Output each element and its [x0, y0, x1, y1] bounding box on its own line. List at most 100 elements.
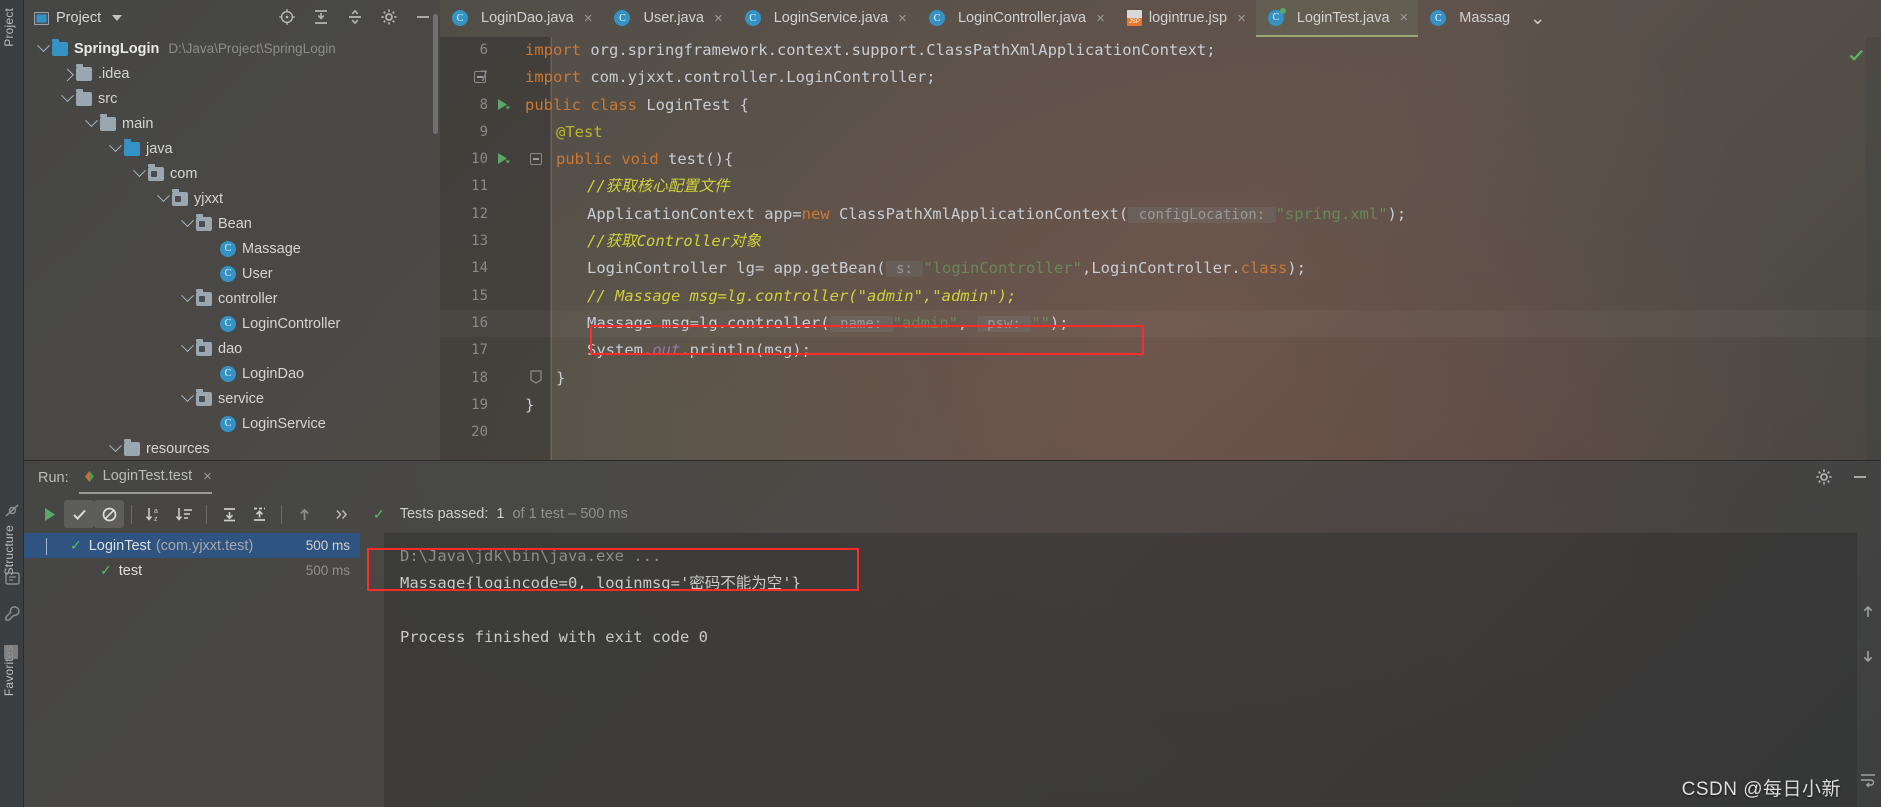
- chevron-down-icon[interactable]: [58, 89, 76, 103]
- editor-tab[interactable]: C LoginDao.java ×: [440, 0, 602, 37]
- editor-tab[interactable]: C LoginTest.java ×: [1255, 0, 1419, 37]
- fold-end-icon[interactable]: [496, 365, 546, 392]
- project-tree-scrollbar[interactable]: [433, 14, 438, 134]
- chevron-down-icon[interactable]: [46, 537, 47, 555]
- editor-tab[interactable]: C User.java ×: [602, 0, 732, 37]
- close-icon[interactable]: ×: [1400, 9, 1409, 26]
- close-icon[interactable]: ×: [714, 10, 723, 27]
- tree-node[interactable]: C User: [24, 261, 440, 286]
- expand-collapse-icon[interactable]: [346, 8, 364, 26]
- build-icon[interactable]: [4, 570, 21, 587]
- tree-node[interactable]: yjxxt: [24, 186, 440, 211]
- soft-wrap-icon[interactable]: [1859, 771, 1877, 789]
- editor-tab-bar[interactable]: C LoginDao.java × C User.java × C LoginService.…: [440, 0, 1881, 37]
- rail-button-project[interactable]: Project: [2, 8, 16, 47]
- minimize-icon[interactable]: [414, 8, 432, 26]
- tree-node[interactable]: dao: [24, 336, 440, 361]
- locate-icon[interactable]: [278, 8, 296, 26]
- code-line[interactable]: 13 //获取Controller对象: [440, 228, 1881, 255]
- minimize-icon[interactable]: [1851, 468, 1869, 486]
- chevron-down-icon[interactable]: [34, 39, 52, 53]
- code-line[interactable]: 12 ApplicationContext app=new ClassPathXm…: [440, 201, 1881, 228]
- code-editor[interactable]: 6 import org.springframework.context.supp…: [440, 37, 1881, 460]
- code-line[interactable]: 16 Massage msg=lg.controller( name: "admi…: [440, 310, 1881, 337]
- run-icon[interactable]: [34, 500, 64, 528]
- close-icon[interactable]: ×: [584, 10, 593, 27]
- fold-collapse-icon[interactable]: [530, 153, 542, 166]
- editor-tab[interactable]: C LoginService.java ×: [733, 0, 917, 37]
- tree-node[interactable]: service: [24, 386, 440, 411]
- expand-all-icon[interactable]: [214, 500, 244, 528]
- tree-node[interactable]: C LoginController: [24, 311, 440, 336]
- run-console-output[interactable]: D:\Java\jdk\bin\java.exe ... Massage{logi…: [384, 533, 1857, 807]
- code-line[interactable]: 9 @Test: [440, 119, 1881, 146]
- collapse-all-icon[interactable]: [312, 8, 330, 26]
- editor-tab[interactable]: C Massag: [1418, 0, 1520, 37]
- chevron-down-icon[interactable]: [82, 114, 100, 128]
- code-line[interactable]: 20: [440, 419, 1881, 446]
- gear-icon[interactable]: [1815, 468, 1833, 486]
- editor-tab[interactable]: logintrue.jsp ×: [1115, 0, 1256, 37]
- chevron-down-icon[interactable]: [178, 389, 196, 403]
- sort-by-duration-icon[interactable]: [169, 500, 199, 528]
- chevron-down-icon[interactable]: [130, 164, 148, 178]
- chevron-down-icon[interactable]: [106, 439, 124, 453]
- tree-node[interactable]: C LoginService: [24, 411, 440, 436]
- close-icon[interactable]: ×: [1096, 10, 1105, 27]
- chevron-down-icon[interactable]: [178, 339, 196, 353]
- tree-node[interactable]: java: [24, 136, 440, 161]
- run-test-gutter-icon[interactable]: [496, 146, 546, 173]
- tree-node[interactable]: C Massage: [24, 236, 440, 261]
- run-configuration-tab[interactable]: LoginTest.test ×: [78, 468, 213, 494]
- code-line[interactable]: 10 public void test(){: [440, 146, 1881, 173]
- show-ignored-toggle-icon[interactable]: [94, 500, 124, 528]
- debugger-icon[interactable]: [4, 502, 21, 519]
- previous-failed-test-icon[interactable]: [289, 500, 319, 528]
- code-line[interactable]: 14 LoginController lg= app.getBean( s: "l…: [440, 255, 1881, 282]
- chevron-down-icon[interactable]: ⌄: [1520, 0, 1555, 37]
- line-number: 8: [479, 96, 488, 113]
- code-line[interactable]: 8 public class LoginTest {: [440, 92, 1881, 119]
- code-line[interactable]: 17 System.out.println(msg);: [440, 337, 1881, 364]
- collapse-all-icon[interactable]: [244, 500, 274, 528]
- code-line[interactable]: 19}: [440, 392, 1881, 419]
- chevron-down-icon[interactable]: [112, 15, 123, 21]
- test-result-row[interactable]: ✓ LoginTest (com.yjxxt.test) 500 ms: [24, 533, 360, 558]
- close-icon[interactable]: ×: [898, 10, 907, 27]
- stop-square-icon[interactable]: [4, 645, 18, 659]
- scroll-up-icon[interactable]: [1859, 603, 1877, 621]
- tree-node[interactable]: Bean: [24, 211, 440, 236]
- sort-alphabetically-icon[interactable]: az: [139, 500, 169, 528]
- code-line[interactable]: 7 import com.yjxxt.controller.LoginContro…: [440, 64, 1881, 91]
- more-options-icon[interactable]: [327, 500, 357, 528]
- chevron-down-icon[interactable]: [178, 214, 196, 228]
- chevron-down-icon[interactable]: [154, 189, 172, 203]
- chevron-down-icon[interactable]: [106, 139, 124, 153]
- inspection-status-ok-icon[interactable]: [1847, 46, 1865, 64]
- editor-code-area[interactable]: 6 import org.springframework.context.supp…: [440, 37, 1881, 460]
- code-line[interactable]: 11 //获取核心配置文件: [440, 173, 1881, 200]
- gear-icon[interactable]: [380, 8, 398, 26]
- test-result-row[interactable]: ✓ test 500 ms: [24, 558, 360, 583]
- tree-node[interactable]: SpringLogin D:\Java\Project\SpringLogin: [24, 36, 440, 61]
- code-line[interactable]: 18}: [440, 365, 1881, 392]
- chevron-right-icon[interactable]: [58, 68, 76, 82]
- tree-node[interactable]: main: [24, 111, 440, 136]
- tree-node[interactable]: com: [24, 161, 440, 186]
- tree-node[interactable]: resources: [24, 436, 440, 460]
- editor-tab[interactable]: C LoginController.java ×: [917, 0, 1115, 37]
- close-icon[interactable]: ×: [203, 468, 212, 485]
- wrench-icon[interactable]: [4, 605, 21, 622]
- test-results-tree[interactable]: ✓ LoginTest (com.yjxxt.test) 500 ms ✓ test 500…: [24, 533, 360, 807]
- tree-node[interactable]: .idea: [24, 61, 440, 86]
- tree-node[interactable]: C LoginDao: [24, 361, 440, 386]
- code-line[interactable]: 6 import org.springframework.context.supp…: [440, 37, 1881, 64]
- show-passed-toggle-icon[interactable]: [64, 500, 94, 528]
- tree-node[interactable]: controller: [24, 286, 440, 311]
- code-line[interactable]: 15 // Massage msg=lg.controller("admin","…: [440, 283, 1881, 310]
- close-icon[interactable]: ×: [1237, 10, 1246, 27]
- project-file-tree[interactable]: SpringLogin D:\Java\Project\SpringLogin .i…: [24, 36, 440, 460]
- scroll-down-icon[interactable]: [1859, 647, 1877, 665]
- tree-node[interactable]: src: [24, 86, 440, 111]
- chevron-down-icon[interactable]: [178, 289, 196, 303]
